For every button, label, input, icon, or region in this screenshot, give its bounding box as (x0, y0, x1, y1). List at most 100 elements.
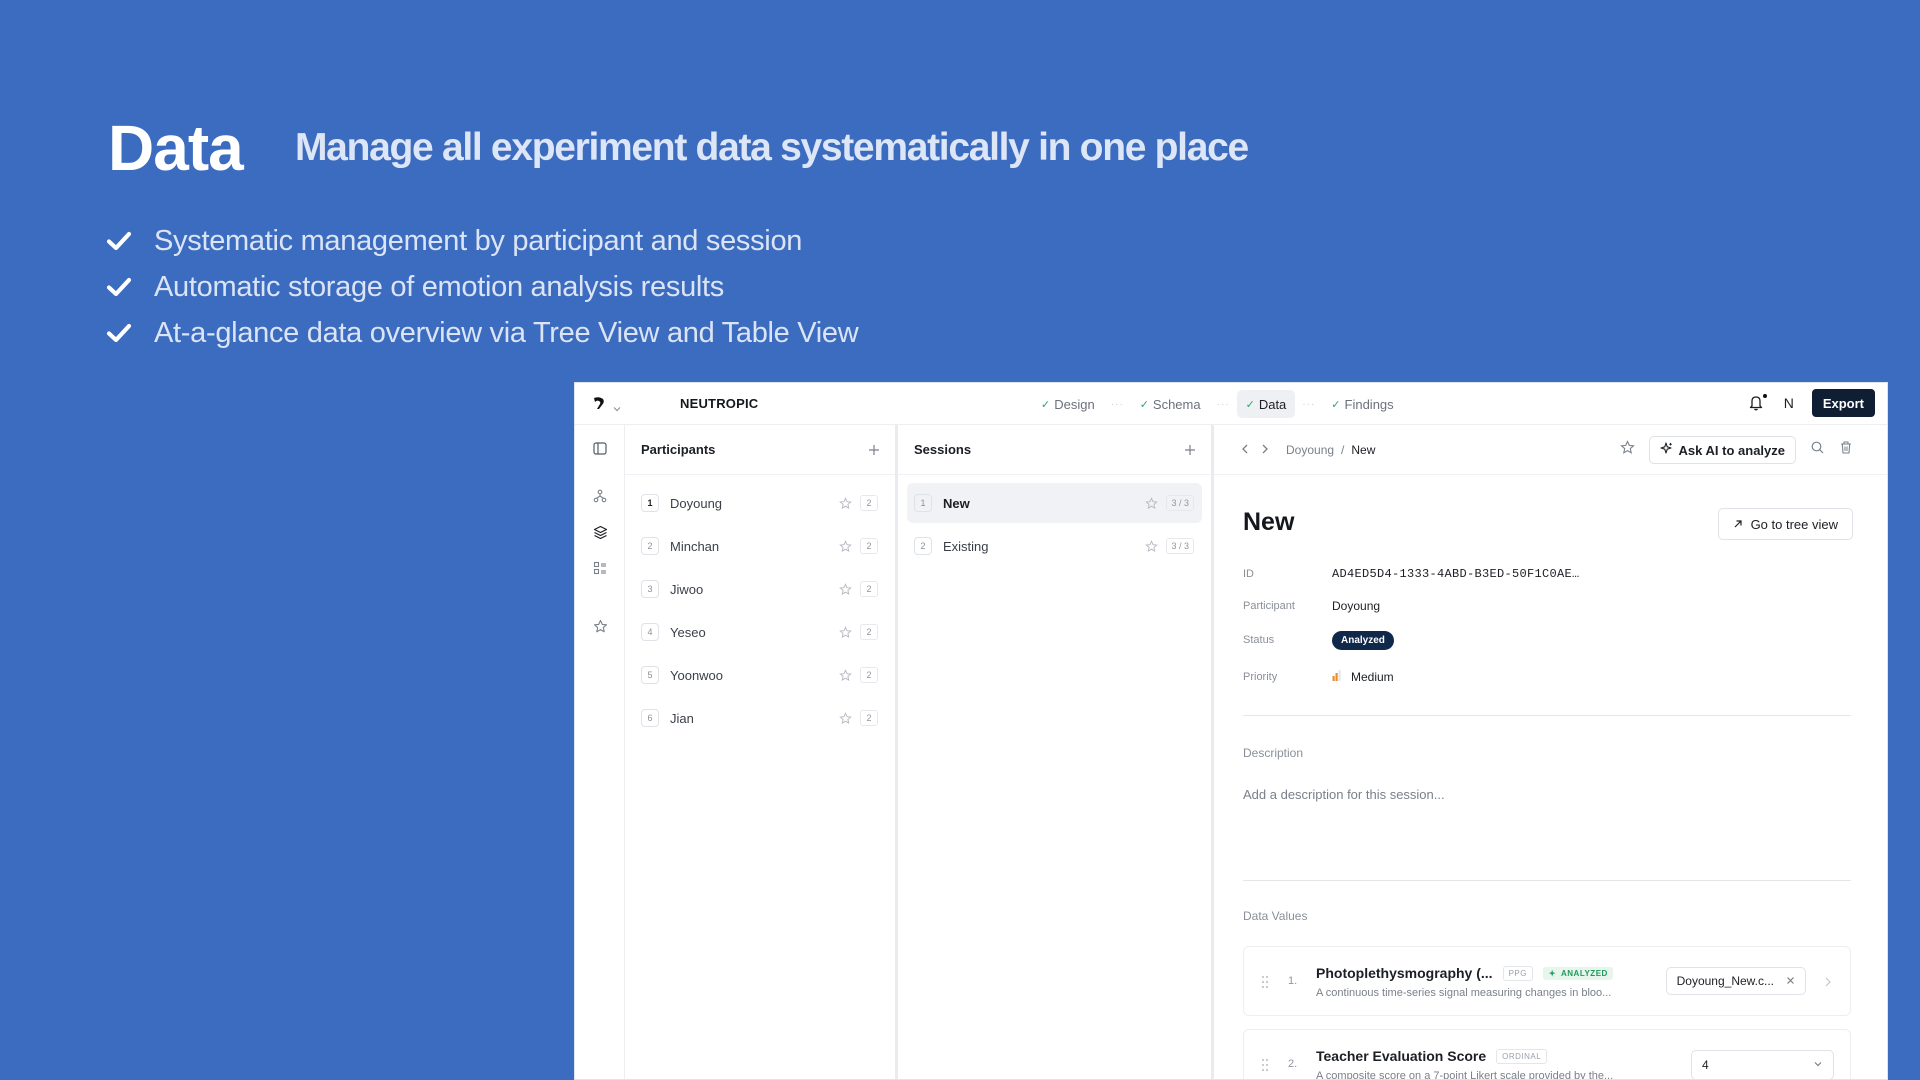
checkmark-icon (106, 229, 132, 253)
step-separator: ··· (1216, 398, 1230, 410)
row-index: 1 (641, 494, 659, 512)
favorite-icon[interactable] (1619, 440, 1635, 460)
prop-participant: Participant Doyoung (1243, 590, 1843, 622)
star-icon[interactable] (839, 625, 852, 639)
feature-item: Systematic management by participant and… (106, 218, 858, 264)
row-index: 2 (914, 537, 932, 555)
participant-name: Doyoung (670, 495, 723, 511)
ask-ai-button[interactable]: Ask AI to analyze (1648, 436, 1796, 464)
bell-icon[interactable] (1748, 394, 1767, 412)
forward-icon[interactable] (1260, 442, 1270, 460)
session-row[interactable]: 2 Existing 3 / 3 (907, 526, 1202, 566)
star-icon[interactable] (839, 711, 852, 725)
check-icon: ✓ (1245, 398, 1255, 411)
value-name: Teacher Evaluation Score (1316, 1048, 1487, 1064)
description-label: Description (1243, 746, 1304, 760)
tab-data[interactable]: ✓ Data (1236, 390, 1296, 418)
add-session-icon[interactable] (1183, 443, 1197, 457)
participant-name: Yeseo (670, 624, 706, 640)
chevron-right-icon[interactable] (1824, 975, 1832, 987)
feature-text: Systematic management by participant and… (154, 224, 803, 257)
star-icon[interactable] (839, 496, 852, 510)
layers-icon[interactable] (591, 523, 609, 541)
star-icon[interactable] (1145, 496, 1159, 510)
value-title-row: Photoplethysmography (... PPG ANALYZED (1316, 965, 1613, 981)
sessions-header: Sessions (898, 425, 1211, 475)
top-bar: NEUTROPIC ✓ Design ··· ✓ Schema ··· ✓ Data … (575, 383, 1887, 425)
drag-handle-icon[interactable] (1261, 974, 1269, 990)
status-badge[interactable]: Analyzed (1332, 630, 1394, 650)
row-index: 6 (641, 709, 659, 727)
back-icon[interactable] (1240, 442, 1250, 460)
participant-value[interactable]: Doyoung (1332, 599, 1380, 613)
participant-list: 1 Doyoung 2 2 Minchan 2 3 Jiwoo 2 4 Yeseo 2 5 Yoo… (625, 475, 895, 738)
tab-design[interactable]: ✓ Design (1032, 390, 1104, 418)
top-actions: N Export (1748, 389, 1875, 417)
attached-file-chip[interactable]: Doyoung_New.c... (1665, 967, 1806, 995)
participant-row[interactable]: 6 Jian 2 (634, 698, 886, 738)
description-field[interactable]: Add a description for this session... (1243, 787, 1445, 802)
prop-label: ID (1243, 568, 1254, 580)
search-icon[interactable] (1810, 440, 1825, 460)
analyzed-tag: ANALYZED (1542, 966, 1613, 980)
star-icon[interactable] (839, 668, 852, 682)
breadcrumb-participant[interactable]: Doyoung (1286, 443, 1334, 457)
prop-priority: Priority Medium (1243, 658, 1843, 696)
brand-name: NEUTROPIC (680, 396, 759, 411)
session-count: 2 (860, 667, 878, 683)
tab-label: Data (1258, 396, 1287, 412)
participant-name: Jiwoo (670, 581, 704, 597)
avatar[interactable]: N (1780, 395, 1798, 411)
tab-schema[interactable]: ✓ Schema (1131, 390, 1210, 418)
feature-text: At-a-glance data overview via Tree View … (154, 316, 859, 349)
session-properties: ID AD4ED5D4-1333-4ABD-B3ED-50F1C0AE… Par… (1243, 558, 1843, 696)
participants-title: Participants (641, 442, 716, 457)
star-icon[interactable] (839, 539, 852, 553)
priority-value[interactable]: Medium (1332, 668, 1394, 686)
data-value-card[interactable]: 2. Teacher Evaluation Score ORDINAL A co… (1243, 1029, 1851, 1079)
tab-label: Schema (1152, 396, 1201, 412)
row-index: 5 (641, 666, 659, 684)
prop-label: Participant (1243, 600, 1295, 612)
session-count: 2 (860, 581, 878, 597)
participant-row[interactable]: 4 Yeseo 2 (634, 612, 886, 652)
session-row[interactable]: 1 New 3 / 3 (907, 483, 1202, 523)
session-name: New (943, 495, 970, 511)
participants-panel: Participants 1 Doyoung 2 2 Minchan 2 3 Jiwoo 2… (625, 425, 898, 1079)
sidebar-toggle-icon[interactable] (591, 439, 609, 457)
tab-label: Findings (1344, 396, 1394, 412)
star-icon[interactable] (591, 617, 609, 635)
tab-label: Design (1054, 396, 1095, 412)
participant-row[interactable]: 5 Yoonwoo 2 (634, 655, 886, 695)
hero-subtitle: Manage all experiment data systematicall… (295, 126, 1249, 169)
star-icon[interactable] (1145, 539, 1159, 553)
add-participant-icon[interactable] (867, 443, 881, 457)
session-count: 2 (860, 710, 878, 726)
trash-icon[interactable] (1839, 440, 1853, 460)
breadcrumb-session: New (1351, 443, 1376, 457)
drag-handle-icon[interactable] (1261, 1057, 1269, 1073)
star-icon[interactable] (839, 582, 852, 596)
session-detail-panel: Doyoung / New Ask AI to analyze New Go t… (1214, 425, 1887, 1079)
score-select[interactable]: 4 (1691, 1050, 1834, 1079)
go-to-tree-view-button[interactable]: Go to tree view (1717, 508, 1853, 540)
analysis-count: 3 / 3 (1166, 495, 1194, 511)
value-type-tag: ORDINAL (1496, 1048, 1548, 1064)
session-count: 2 (860, 624, 878, 640)
workspace-switcher[interactable] (592, 396, 622, 416)
app-window: NEUTROPIC ✓ Design ··· ✓ Schema ··· ✓ Data … (574, 382, 1888, 1080)
participant-row[interactable]: 2 Minchan 2 (634, 526, 886, 566)
tab-findings[interactable]: ✓ Findings (1322, 390, 1402, 418)
session-list: 1 New 3 / 3 2 Existing 3 / 3 (898, 475, 1211, 566)
participant-row[interactable]: 3 Jiwoo 2 (634, 569, 886, 609)
tree-view-icon[interactable] (591, 487, 609, 505)
data-value-card[interactable]: 1. Photoplethysmography (... PPG ANALYZE… (1243, 946, 1851, 1016)
remove-file-icon[interactable] (1786, 974, 1795, 988)
sparkle-icon (1659, 442, 1673, 458)
participant-name: Jian (670, 710, 694, 726)
export-button[interactable]: Export (1811, 389, 1875, 417)
row-index: 3 (641, 580, 659, 598)
table-view-icon[interactable] (591, 559, 609, 577)
breadcrumb-separator: / (1341, 443, 1345, 457)
participant-row[interactable]: 1 Doyoung 2 (634, 483, 886, 523)
